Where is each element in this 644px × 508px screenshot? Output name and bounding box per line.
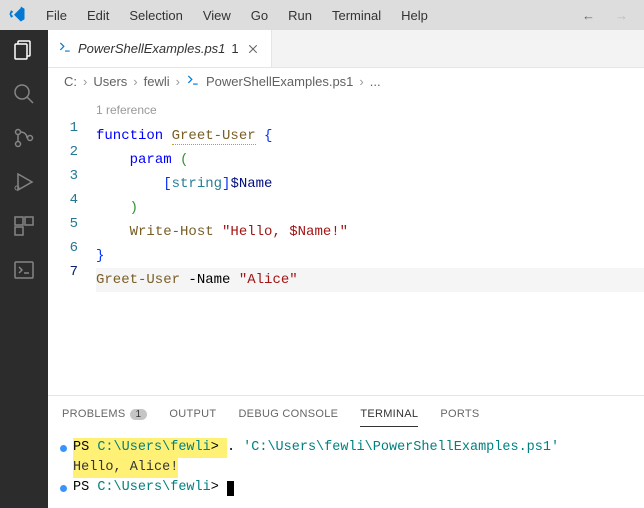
menu-view[interactable]: View: [195, 4, 239, 27]
chevron-right-icon: ›: [133, 74, 137, 89]
bullet-icon: [60, 485, 67, 492]
tab-debug-console[interactable]: DEBUG CONSOLE: [238, 402, 338, 426]
tab-problems[interactable]: PROBLEMS1: [62, 402, 147, 426]
tab-bar: PowerShellExamples.ps1 1: [48, 30, 644, 68]
code-content[interactable]: 1 reference function Greet-User { param …: [96, 98, 644, 395]
search-icon[interactable]: [12, 82, 36, 106]
terminal-panel-icon[interactable]: [12, 258, 36, 282]
bullet-icon: [60, 445, 67, 452]
crumb[interactable]: C:: [64, 74, 77, 89]
nav-forward-icon[interactable]: →: [607, 4, 636, 27]
tab-close-icon[interactable]: [245, 41, 261, 57]
chevron-right-icon: ›: [83, 74, 87, 89]
editor-tab[interactable]: PowerShellExamples.ps1 1: [48, 30, 272, 67]
menu-edit[interactable]: Edit: [79, 4, 117, 27]
menu-help[interactable]: Help: [393, 4, 436, 27]
chevron-right-icon: ›: [176, 74, 180, 89]
tab-dirty-indicator: 1: [231, 41, 238, 56]
codelens[interactable]: 1 reference: [96, 98, 644, 122]
crumb[interactable]: ...: [370, 74, 381, 89]
crumb[interactable]: Users: [93, 74, 127, 89]
tab-output[interactable]: OUTPUT: [169, 402, 216, 426]
tab-terminal[interactable]: TERMINAL: [360, 402, 418, 427]
run-debug-icon[interactable]: [12, 170, 36, 194]
code-editor[interactable]: 1 2 3 4 5 6 7 1 reference function Greet…: [48, 94, 644, 395]
menu-selection[interactable]: Selection: [121, 4, 190, 27]
panel-tabs: PROBLEMS1 OUTPUT DEBUG CONSOLE TERMINAL …: [48, 396, 644, 432]
menubar: File Edit Selection View Go Run Terminal…: [0, 0, 644, 30]
powershell-file-icon: [58, 40, 72, 57]
menu-file[interactable]: File: [38, 4, 75, 27]
source-control-icon[interactable]: [12, 126, 36, 150]
extensions-icon[interactable]: [12, 214, 36, 238]
menu-terminal[interactable]: Terminal: [324, 4, 389, 27]
menu-run[interactable]: Run: [280, 4, 320, 27]
terminal-cursor: [227, 481, 234, 496]
powershell-file-icon: [186, 73, 200, 90]
line-gutter: 1 2 3 4 5 6 7: [48, 98, 96, 395]
chevron-right-icon: ›: [359, 74, 363, 89]
vscode-logo-icon: [8, 5, 26, 26]
activity-bar: [0, 30, 48, 508]
nav-back-icon[interactable]: ←: [574, 4, 603, 27]
tab-label: PowerShellExamples.ps1: [78, 41, 225, 56]
crumb[interactable]: PowerShellExamples.ps1: [206, 74, 353, 89]
breadcrumb[interactable]: C: › Users › fewli › PowerShellExamples.…: [48, 68, 644, 94]
tab-ports[interactable]: PORTS: [440, 402, 479, 426]
explorer-icon[interactable]: [12, 38, 36, 62]
crumb[interactable]: fewli: [144, 74, 170, 89]
problems-count-badge: 1: [130, 409, 148, 420]
terminal[interactable]: PS C:\Users\fewli> . 'C:\Users\fewli\Pow…: [48, 432, 644, 508]
bottom-panel: PROBLEMS1 OUTPUT DEBUG CONSOLE TERMINAL …: [48, 395, 644, 508]
terminal-output: Hello, Alice!: [73, 458, 178, 478]
menu-go[interactable]: Go: [243, 4, 276, 27]
